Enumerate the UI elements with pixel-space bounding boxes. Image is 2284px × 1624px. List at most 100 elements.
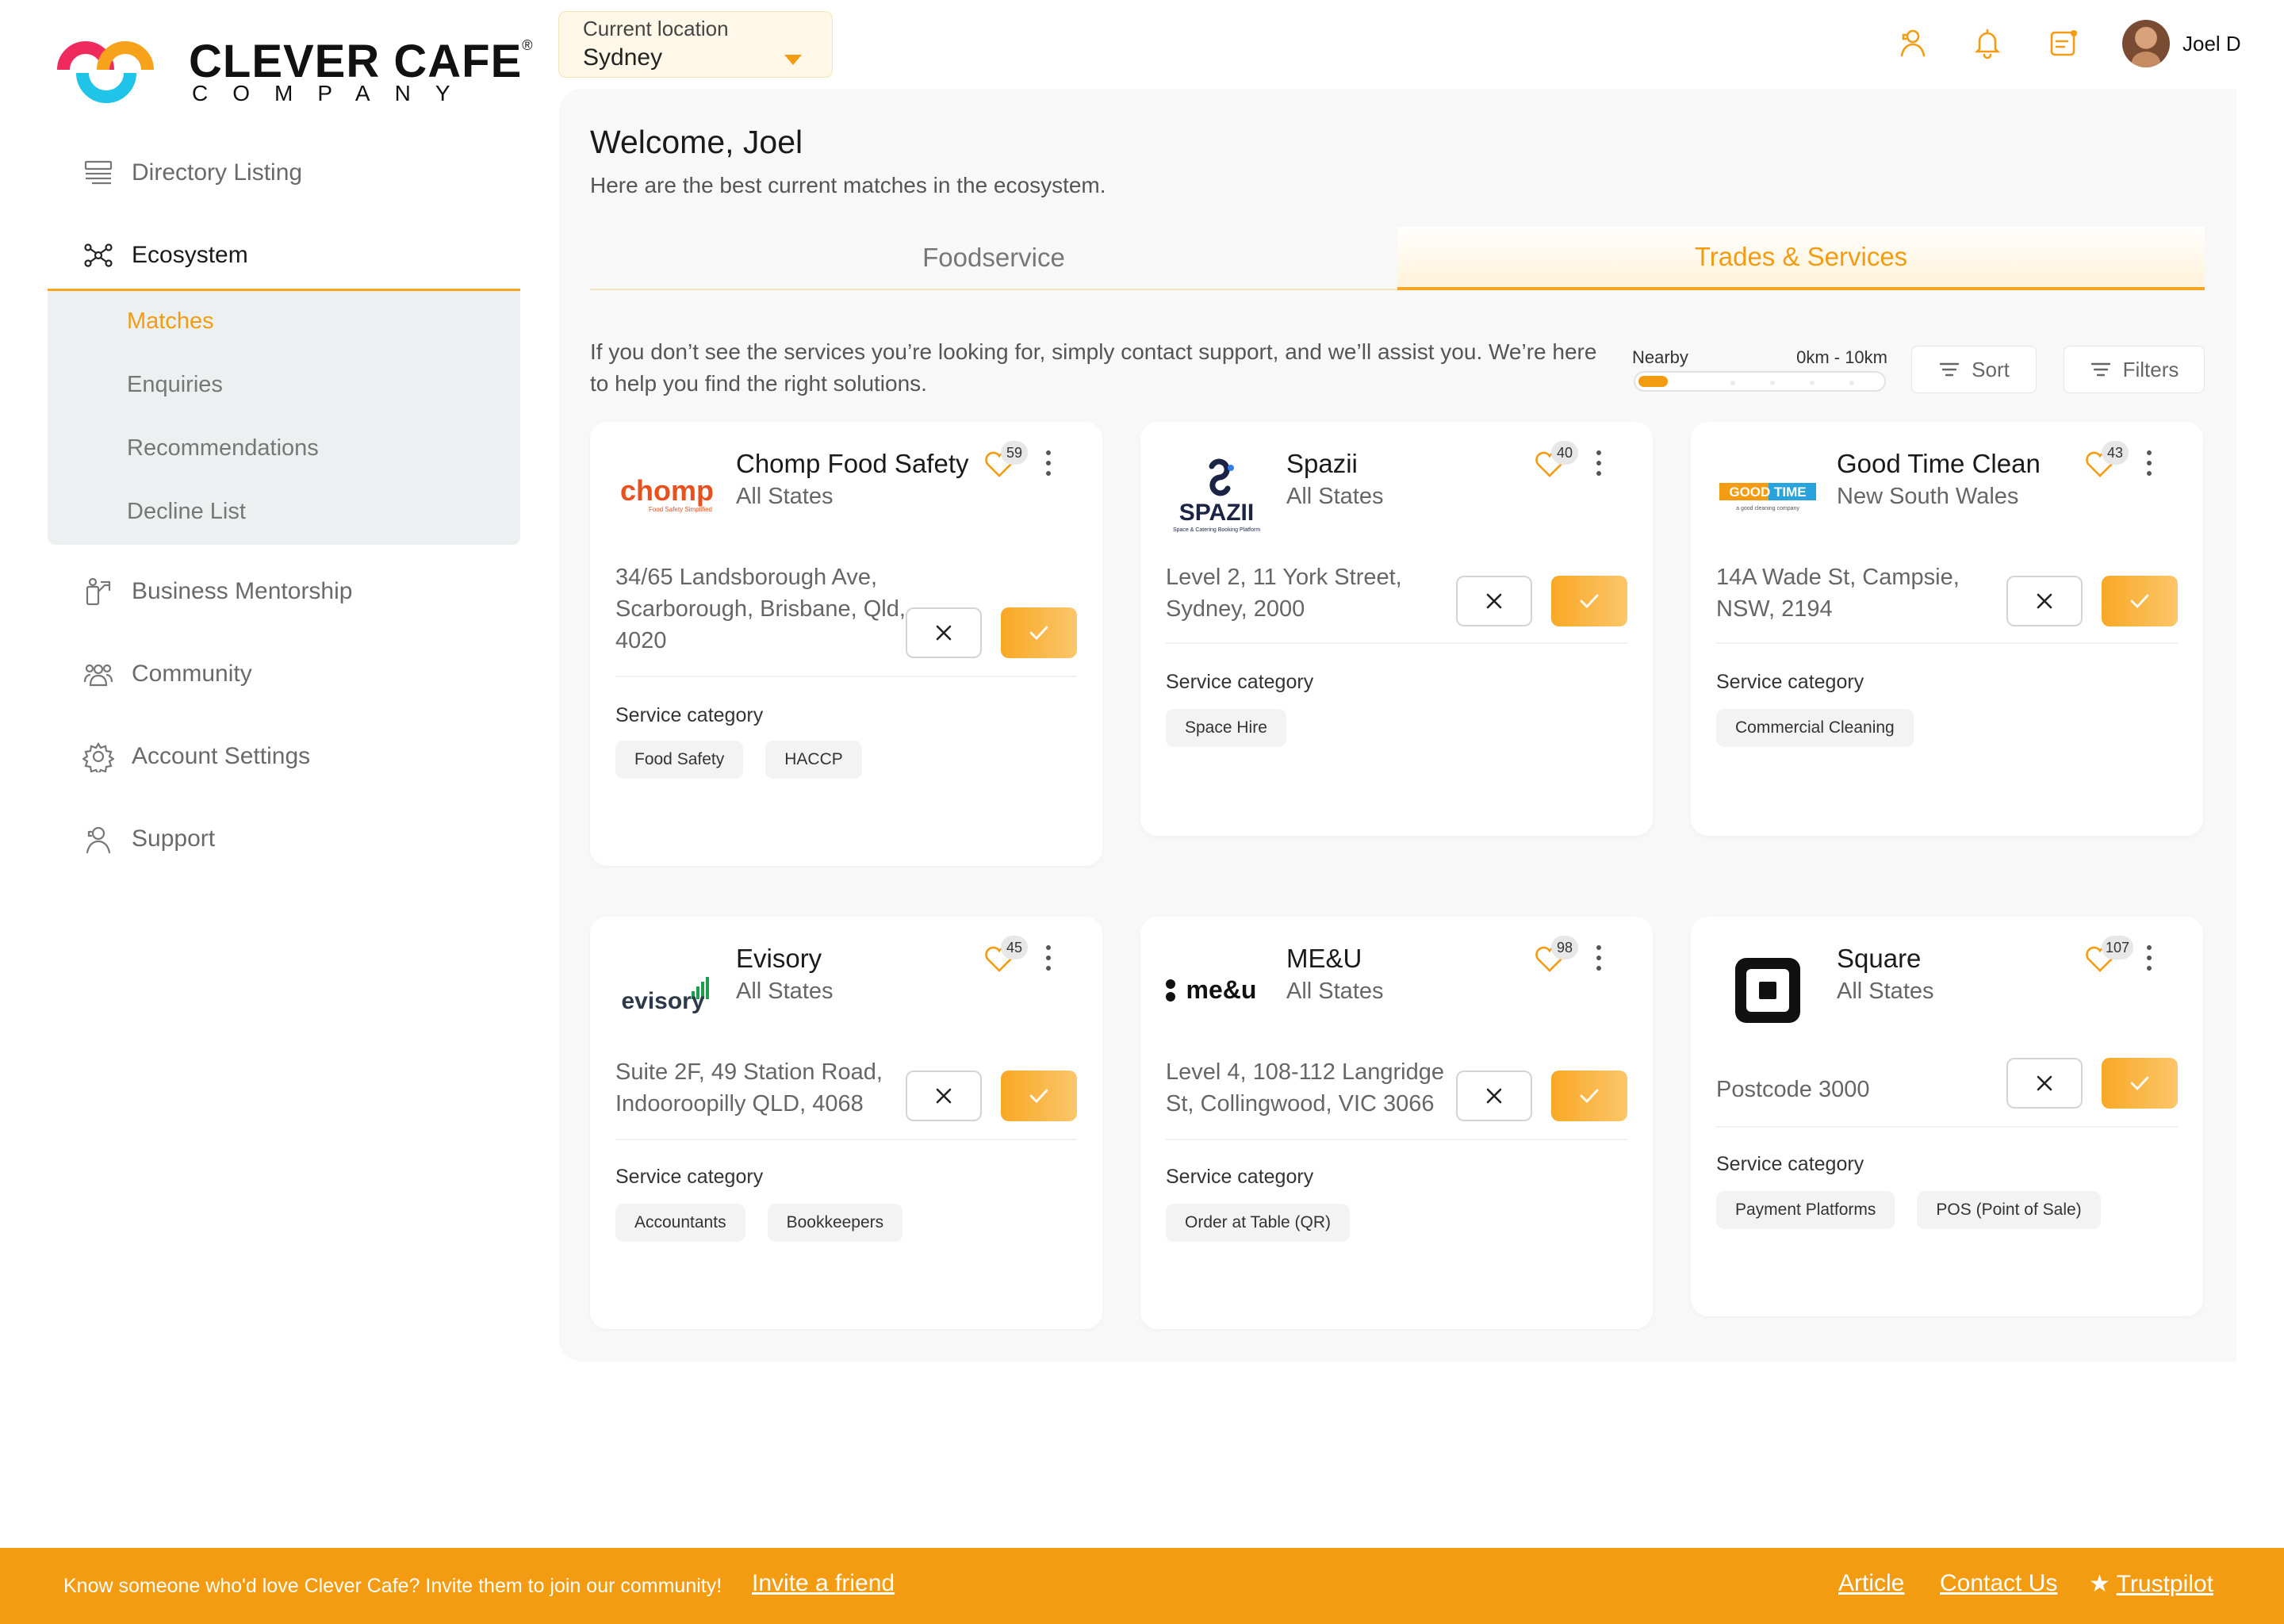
close-icon	[1486, 593, 1502, 609]
tab-trades-services[interactable]: Trades & Services	[1397, 227, 2205, 290]
favourite-count: 45	[1001, 936, 1028, 959]
tab-foodservice[interactable]: Foodservice	[590, 227, 1397, 289]
decline-button[interactable]	[2006, 576, 2083, 626]
good-time-logo: GOOD TIME a good cleaning company	[1716, 452, 1819, 539]
more-options-icon[interactable]	[2144, 945, 2154, 977]
decline-button[interactable]	[1456, 1071, 1532, 1121]
sort-button[interactable]: Sort	[1911, 346, 2037, 393]
service-category-label: Service category	[1166, 1166, 1314, 1188]
accept-button[interactable]	[2102, 576, 2178, 626]
favourite-count: 98	[1551, 936, 1578, 959]
svg-text:evisory: evisory	[621, 988, 704, 1014]
favourite-button[interactable]: 40	[1532, 441, 1578, 481]
page-subtitle: Here are the best current matches in the…	[590, 173, 1106, 197]
brand-logo[interactable]: CLEVER CAFE® COMPANY	[56, 32, 533, 111]
decline-button[interactable]	[906, 607, 982, 658]
favourite-button[interactable]: 45	[982, 936, 1028, 975]
close-icon	[2037, 593, 2052, 609]
nearby-range: 0km - 10km	[1796, 347, 1887, 367]
check-icon	[2130, 594, 2149, 609]
subnav-item-decline-list[interactable]: Decline List	[127, 499, 246, 525]
svg-text:me&u: me&u	[1186, 975, 1257, 1004]
accept-button[interactable]	[1551, 576, 1627, 626]
decline-button[interactable]	[2006, 1058, 2083, 1109]
tag-list: Commercial Cleaning	[1716, 709, 1914, 747]
sidebar-item-account-settings[interactable]: Account Settings	[82, 741, 310, 772]
business-name[interactable]: Spazii	[1286, 449, 1358, 479]
business-name[interactable]: Evisory	[736, 944, 822, 974]
sidebar-item-community[interactable]: Community	[82, 658, 252, 690]
more-options-icon[interactable]	[1594, 450, 1604, 482]
chomp-logo: chomp Food Safety Simplified	[615, 452, 719, 539]
service-tag: Payment Platforms	[1716, 1191, 1895, 1229]
accept-button[interactable]	[1001, 607, 1077, 658]
sidebar-item-business-mentorship[interactable]: Business Mentorship	[82, 576, 352, 607]
footer-bar: Know someone who'd love Clever Cafe? Inv…	[0, 1548, 2284, 1624]
trustpilot-label: Trustpilot	[2116, 1571, 2213, 1597]
bell-icon[interactable]	[1970, 25, 2005, 60]
invite-friend-link[interactable]: Invite a friend	[752, 1570, 895, 1597]
favourite-button[interactable]: 107	[2083, 936, 2134, 975]
business-name[interactable]: Chomp Food Safety	[736, 449, 969, 479]
sidebar-item-support[interactable]: Support	[82, 823, 215, 855]
tag-list: Food Safety HACCP	[615, 741, 862, 779]
sidebar-item-ecosystem[interactable]: Ecosystem	[82, 239, 248, 271]
card-divider	[615, 1139, 1077, 1140]
user-name[interactable]: Joel D	[2182, 32, 2241, 56]
favourite-button[interactable]: 98	[1532, 936, 1578, 975]
service-category-label: Service category	[615, 704, 764, 726]
avatar[interactable]	[2122, 20, 2170, 67]
close-icon	[936, 625, 952, 641]
nearby-label: Nearby	[1632, 347, 1688, 367]
more-options-icon[interactable]	[2144, 450, 2154, 482]
nearby-step-dot	[1730, 381, 1735, 385]
service-category-label: Service category	[1166, 671, 1314, 693]
business-region: All States	[736, 979, 834, 1004]
accept-button[interactable]	[1551, 1071, 1627, 1121]
business-name[interactable]: Good Time Clean	[1837, 449, 2041, 479]
location-dropdown[interactable]: Current location Sydney	[558, 11, 833, 78]
favourite-count: 43	[2102, 441, 2129, 465]
card-divider	[1166, 642, 1627, 644]
more-options-icon[interactable]	[1594, 945, 1604, 977]
more-options-icon[interactable]	[1044, 450, 1053, 482]
business-address: 14A Wade St, Campsie, NSW, 2194	[1716, 565, 1960, 622]
nearby-track[interactable]	[1634, 371, 1886, 392]
business-name[interactable]: ME&U	[1286, 944, 1362, 974]
category-tabs: Foodservice Trades & Services	[590, 227, 2205, 290]
decline-button[interactable]	[906, 1071, 982, 1121]
check-icon	[1580, 1089, 1599, 1104]
sidebar-item-label: Support	[132, 825, 216, 852]
article-link[interactable]: Article	[1838, 1570, 1904, 1597]
close-icon	[2037, 1075, 2052, 1091]
trustpilot-link[interactable]: ★ Trustpilot	[2089, 1570, 2213, 1598]
favourite-button[interactable]: 43	[2083, 441, 2129, 481]
meandu-logo-icon: me&u	[1166, 975, 1257, 1004]
more-options-icon[interactable]	[1044, 945, 1053, 977]
gear-icon	[82, 741, 114, 772]
favourite-button[interactable]: 59	[982, 441, 1028, 481]
match-card: me&u ME&U All States 98 Level 4, 108-112…	[1140, 917, 1653, 1329]
clipboard-icon[interactable]	[2046, 25, 2081, 60]
tag-list: Accountants Bookkeepers	[615, 1204, 903, 1242]
good-time-logo-icon: GOOD TIME a good cleaning company	[1719, 483, 1816, 511]
subnav-item-enquiries[interactable]: Enquiries	[127, 372, 223, 398]
accept-button[interactable]	[1001, 1071, 1077, 1121]
business-name[interactable]: Square	[1837, 944, 1921, 974]
nearby-fill[interactable]	[1638, 376, 1668, 387]
contact-us-link[interactable]: Contact Us	[1940, 1570, 2057, 1597]
service-tag: Order at Table (QR)	[1166, 1204, 1351, 1242]
check-icon	[1029, 626, 1048, 641]
svg-text:chomp: chomp	[620, 474, 714, 507]
favourite-count: 59	[1001, 441, 1028, 465]
decline-button[interactable]	[1456, 576, 1532, 626]
check-icon	[1029, 1089, 1048, 1104]
sidebar-item-directory-listing[interactable]: Directory Listing	[82, 157, 302, 189]
subnav-item-recommendations[interactable]: Recommendations	[127, 435, 319, 462]
filters-button[interactable]: Filters	[2064, 346, 2205, 393]
subnav-item-matches[interactable]: Matches	[127, 308, 214, 335]
contact-person-icon[interactable]	[1895, 25, 1930, 60]
square-logo-icon	[1735, 958, 1800, 1023]
service-category-label: Service category	[615, 1166, 764, 1188]
accept-button[interactable]	[2102, 1058, 2178, 1109]
